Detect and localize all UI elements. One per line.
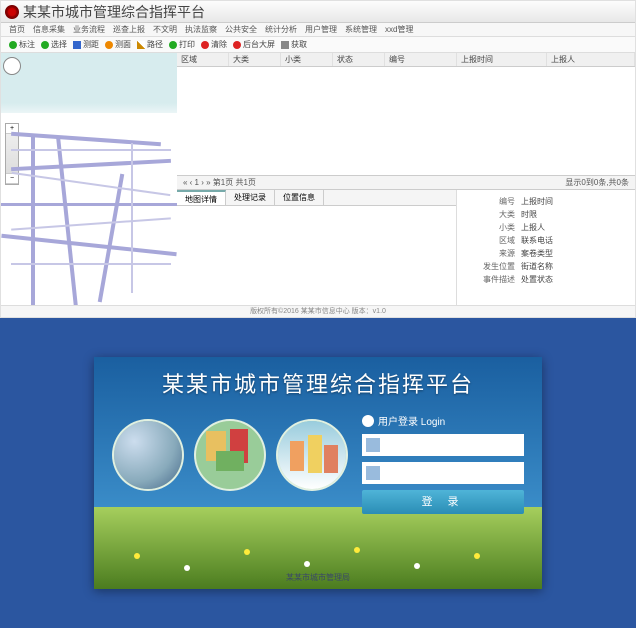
col-id[interactable]: 编号 — [385, 53, 457, 66]
ruler-icon — [73, 41, 81, 49]
tool-route[interactable]: 路径 — [137, 39, 163, 50]
login-box: 某某市城市管理综合指挥平台 用户登录 Login — [94, 357, 542, 589]
window-titlebar: 某某市城市管理综合指挥平台 — [1, 1, 635, 23]
thumb-city — [276, 419, 348, 491]
pager-summary: 显示0到0条,共0条 — [565, 177, 629, 188]
username-input[interactable] — [384, 440, 520, 450]
tool-select[interactable]: 选择 — [41, 39, 67, 50]
login-thumbs — [112, 419, 348, 491]
login-screen: 某某市城市管理综合指挥平台 用户登录 Login — [0, 318, 636, 628]
detail-tabs: 地图详情 处理记录 位置信息 — [177, 190, 456, 206]
app-footer: 版权所有©2016 某某市信息中心 版本：v1.0 — [1, 305, 635, 317]
menu-uncivil[interactable]: 不文明 — [153, 24, 177, 35]
menu-patrol[interactable]: 巡查上报 — [113, 24, 145, 35]
tool-distance[interactable]: 测距 — [73, 39, 99, 50]
col-bigtype[interactable]: 大类 — [229, 53, 281, 66]
col-time[interactable]: 上报时间 — [457, 53, 547, 66]
field-row: 大类时限 — [467, 209, 625, 220]
data-panel: 区域 大类 小类 状态 编号 上报时间 上报人 « ‹ 1 › » 第1页 共1… — [177, 53, 635, 305]
login-button[interactable]: 登 录 — [362, 490, 524, 514]
login-footer: 某某市城市管理局 — [94, 572, 542, 583]
menu-enforce[interactable]: 执法监察 — [185, 24, 217, 35]
col-status[interactable]: 状态 — [333, 53, 385, 66]
app-logo-icon — [5, 5, 19, 19]
menu-home[interactable]: 首页 — [9, 24, 25, 35]
field-row: 区域联系电话 — [467, 235, 625, 246]
col-subtype[interactable]: 小类 — [281, 53, 333, 66]
route-icon — [137, 41, 145, 49]
select-icon — [41, 41, 49, 49]
menu-xxd[interactable]: xxd管理 — [385, 24, 413, 35]
tool-clear[interactable]: 清除 — [201, 39, 227, 50]
user-lock-icon — [362, 415, 374, 427]
clear-icon — [201, 41, 209, 49]
field-row: 小类上报人 — [467, 222, 625, 233]
menu-process[interactable]: 业务流程 — [73, 24, 105, 35]
grid-pager: « ‹ 1 › » 第1页 共1页 显示0到0条,共0条 — [177, 175, 635, 189]
print-icon — [169, 41, 177, 49]
map-panel[interactable]: + − — [1, 53, 177, 305]
menu-collect[interactable]: 信息采集 — [33, 24, 65, 35]
login-header: 用户登录 Login — [362, 413, 524, 428]
main-app-window: 某某市城市管理综合指挥平台 首页 信息采集 业务流程 巡查上报 不文明 执法监察… — [0, 0, 636, 318]
tab-process-log[interactable]: 处理记录 — [226, 190, 275, 205]
screen-icon — [233, 41, 241, 49]
tool-area[interactable]: 测面 — [105, 39, 131, 50]
thumb-blocks — [194, 419, 266, 491]
lock-icon — [366, 466, 380, 480]
detail-fields: 编号上报时间 大类时限 小类上报人 区域联系电话 来源案卷类型 发生位置街道名称… — [457, 190, 635, 305]
tab-location[interactable]: 位置信息 — [275, 190, 324, 205]
menu-system[interactable]: 系统管理 — [345, 24, 377, 35]
detail-left-body — [177, 206, 456, 306]
login-form: 用户登录 Login 登 录 — [362, 413, 524, 514]
detail-panel: 地图详情 处理记录 位置信息 编号上报时间 大类时限 小类上报人 区域联系电话 … — [177, 189, 635, 305]
login-title: 某某市城市管理综合指挥平台 — [94, 367, 542, 399]
username-field[interactable] — [362, 434, 524, 456]
area-icon — [105, 41, 113, 49]
menu-stats[interactable]: 统计分析 — [265, 24, 297, 35]
thumb-planning — [112, 419, 184, 491]
menu-users[interactable]: 用户管理 — [305, 24, 337, 35]
fetch-icon — [281, 41, 289, 49]
map-toolbar: 标注 选择 测距 测面 路径 打印 清除 后台大屏 获取 — [1, 37, 635, 53]
tool-fetch[interactable]: 获取 — [281, 39, 307, 50]
app-title: 某某市城市管理综合指挥平台 — [23, 2, 205, 22]
field-row: 来源案卷类型 — [467, 248, 625, 259]
mark-icon — [9, 41, 17, 49]
grid-body-empty — [177, 67, 635, 175]
tool-mark[interactable]: 标注 — [9, 39, 35, 50]
field-row: 编号上报时间 — [467, 196, 625, 207]
tool-bigscreen[interactable]: 后台大屏 — [233, 39, 275, 50]
col-reporter[interactable]: 上报人 — [547, 53, 635, 66]
tab-map-detail[interactable]: 地图详情 — [177, 190, 226, 205]
password-field[interactable] — [362, 462, 524, 484]
map-pan-control[interactable] — [3, 57, 21, 75]
tool-print[interactable]: 打印 — [169, 39, 195, 50]
col-area[interactable]: 区域 — [177, 53, 229, 66]
main-menu-bar: 首页 信息采集 业务流程 巡查上报 不文明 执法监察 公共安全 统计分析 用户管… — [1, 23, 635, 37]
app-body: + − 区域 大类 小类 状态 编号 — [1, 53, 635, 305]
field-row: 事件描述处置状态 — [467, 274, 625, 285]
zoom-out-button[interactable]: − — [6, 174, 18, 184]
menu-safety[interactable]: 公共安全 — [225, 24, 257, 35]
grid-header: 区域 大类 小类 状态 编号 上报时间 上报人 — [177, 53, 635, 67]
password-input[interactable] — [384, 468, 520, 478]
field-row: 发生位置街道名称 — [467, 261, 625, 272]
pager-nav[interactable]: « ‹ 1 › » 第1页 共1页 — [183, 177, 256, 188]
user-icon — [366, 438, 380, 452]
